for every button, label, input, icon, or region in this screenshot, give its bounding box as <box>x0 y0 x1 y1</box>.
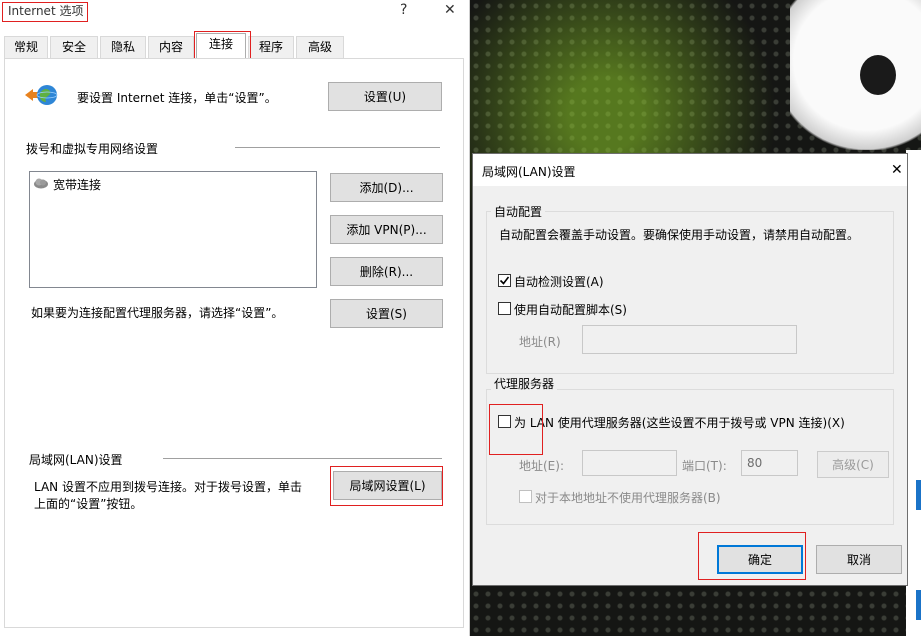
auto-script-label[interactable]: 使用自动配置脚本(S) <box>514 301 627 318</box>
tab-security[interactable]: 安全 <box>50 36 98 58</box>
script-address-label: 地址(R) <box>519 335 561 349</box>
add-connection-button[interactable]: 添加(D)... <box>330 173 443 202</box>
globe-icon <box>25 83 59 107</box>
auto-detect-label[interactable]: 自动检测设置(A) <box>514 273 604 290</box>
background-window-edge <box>906 150 921 636</box>
lan-settings-dialog: 局域网(LAN)设置 ✕ 自动配置 自动配置会覆盖手动设置。要确保使用手动设置，… <box>472 153 908 586</box>
connection-label: 宽带连接 <box>53 178 102 192</box>
dialog-titlebar: 局域网(LAN)设置 ✕ <box>473 154 907 186</box>
dialog-title: 局域网(LAN)设置 <box>482 165 576 179</box>
auto-config-title: 自动配置 <box>491 203 546 220</box>
connections-panel: 要设置 Internet 连接，单击“设置”。 设置(U) 拨号和虚拟专用网络设… <box>4 58 464 628</box>
port-label: 端口(T): <box>682 459 727 473</box>
proxy-address-input[interactable] <box>582 450 677 476</box>
advanced-button[interactable]: 高级(C) <box>817 451 889 478</box>
proxy-group-title: 代理服务器 <box>491 375 558 392</box>
auto-script-checkbox[interactable] <box>498 302 511 315</box>
script-address-input[interactable] <box>582 325 797 354</box>
tab-general[interactable]: 常规 <box>4 36 48 58</box>
add-vpn-button[interactable]: 添加 VPN(P)... <box>330 215 443 244</box>
lan-heading: 局域网(LAN)设置 <box>29 453 123 467</box>
tab-advanced[interactable]: 高级 <box>296 36 344 58</box>
cancel-button[interactable]: 取消 <box>816 545 902 574</box>
setup-button[interactable]: 设置(U) <box>328 82 442 111</box>
wallpaper-alien-eye <box>860 55 896 95</box>
dialup-heading: 拨号和虚拟专用网络设置 <box>26 142 159 156</box>
internet-options-window: Internet 选项 ? ✕ 常规 安全 隐私 内容 连接 程序 高级 要设置… <box>0 0 470 636</box>
wallpaper-alien-head <box>790 0 921 150</box>
setup-text: 要设置 Internet 连接，单击“设置”。 <box>77 91 277 105</box>
proxy-hint: 如果要为连接配置代理服务器，请选择“设置”。 <box>31 306 284 320</box>
tab-programs[interactable]: 程序 <box>248 36 294 58</box>
tab-connections[interactable]: 连接 <box>196 33 246 59</box>
lan-text-line2: 上面的“设置”按钮。 <box>34 497 143 511</box>
dialog-close-button[interactable]: ✕ <box>891 162 903 178</box>
auto-config-desc: 自动配置会覆盖手动设置。要确保使用手动设置，请禁用自动配置。 <box>499 228 860 242</box>
divider <box>235 147 440 148</box>
connections-list[interactable]: 宽带连接 <box>29 171 317 288</box>
window-title: Internet 选项 <box>8 4 84 18</box>
port-input[interactable]: 80 <box>741 450 798 476</box>
tab-privacy[interactable]: 隐私 <box>100 36 146 58</box>
settings-button[interactable]: 设置(S) <box>330 299 443 328</box>
proxy-address-label: 地址(E): <box>519 459 564 473</box>
bypass-local-checkbox[interactable] <box>519 490 532 503</box>
auto-detect-checkbox[interactable] <box>498 274 511 287</box>
cloud-icon <box>33 176 49 190</box>
close-button[interactable]: ✕ <box>444 2 456 18</box>
help-button[interactable]: ? <box>400 2 407 18</box>
divider <box>163 458 442 459</box>
remove-connection-button[interactable]: 删除(R)... <box>330 257 443 286</box>
use-proxy-label[interactable]: 为 LAN 使用代理服务器(这些设置不用于拨号或 VPN 连接)(X) <box>514 414 845 431</box>
tab-content[interactable]: 内容 <box>148 36 194 58</box>
lan-settings-button[interactable]: 局域网设置(L) <box>333 471 442 500</box>
bypass-local-label[interactable]: 对于本地地址不使用代理服务器(B) <box>535 489 721 506</box>
use-proxy-checkbox[interactable] <box>498 415 511 428</box>
checkmark-icon <box>499 276 510 285</box>
ok-button[interactable]: 确定 <box>717 545 803 574</box>
lan-text-line1: LAN 设置不应用到拨号连接。对于拨号设置，单击 <box>34 480 302 494</box>
